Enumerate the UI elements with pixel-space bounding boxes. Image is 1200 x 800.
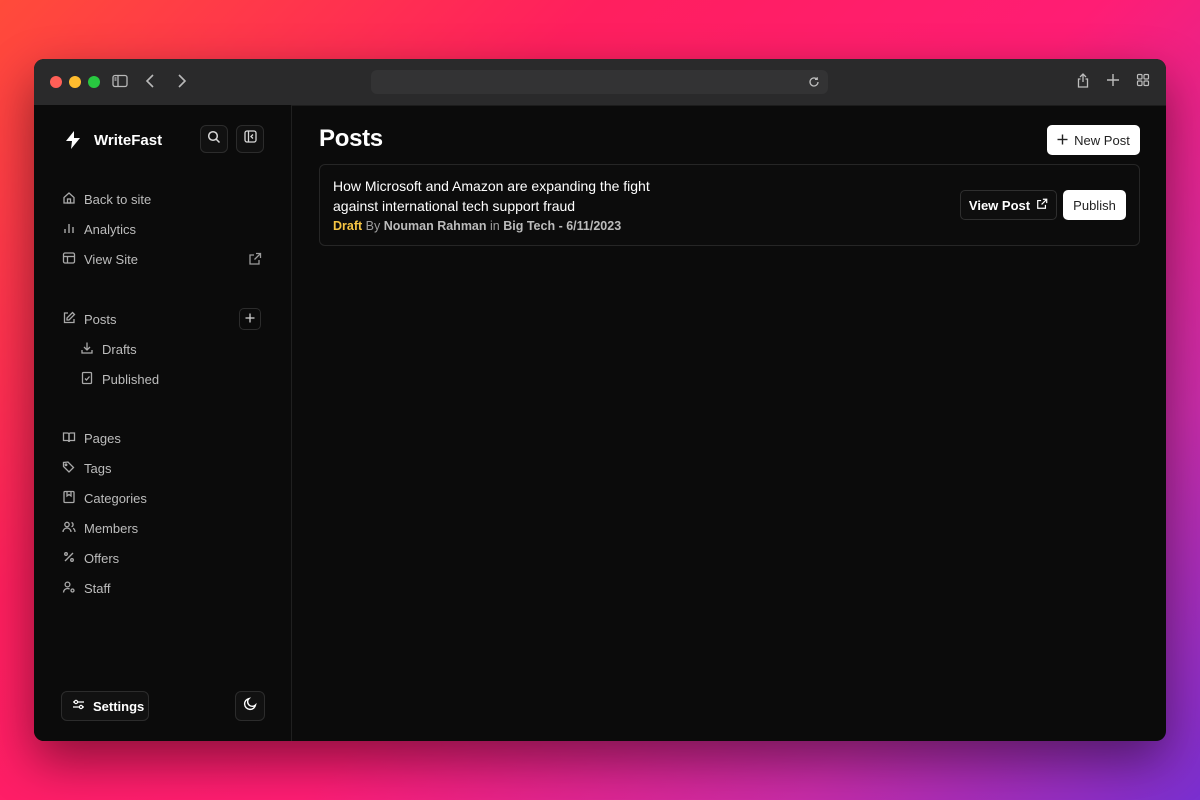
add-post-button[interactable]	[239, 308, 261, 330]
zoom-window-button[interactable]	[88, 76, 100, 88]
lightning-logo-icon	[62, 129, 84, 151]
brand-name: WriteFast	[94, 131, 163, 149]
collapse-sidebar-button[interactable]	[236, 125, 264, 153]
sidebar-item-label: Offers	[84, 550, 120, 566]
post-date: 6/11/2023	[566, 219, 622, 233]
sidebar-item-categories[interactable]: Categories	[62, 488, 147, 508]
brand[interactable]: WriteFast	[62, 129, 162, 151]
address-bar[interactable]	[371, 70, 828, 94]
download-icon	[80, 341, 94, 358]
percent-icon	[62, 550, 76, 567]
book-icon	[62, 430, 76, 447]
sidebar-item-label: View Site	[84, 251, 138, 267]
sidebar-item-label: Drafts	[102, 341, 137, 357]
theme-toggle-button[interactable]	[235, 691, 265, 721]
tab-overview-icon[interactable]	[1136, 72, 1150, 93]
sidebar-item-pages[interactable]: Pages	[62, 428, 121, 448]
tags-icon	[62, 460, 76, 477]
edit-icon	[62, 311, 76, 328]
settings-button[interactable]: Settings	[61, 691, 149, 721]
moon-icon	[243, 696, 258, 716]
settings-label: Settings	[93, 698, 145, 714]
forward-icon[interactable]	[174, 73, 188, 94]
browser-titlebar	[34, 59, 1166, 106]
sidebar-item-back-to-site[interactable]: Back to site	[62, 189, 151, 209]
publish-label: Publish	[1073, 197, 1116, 213]
sliders-icon	[72, 698, 85, 714]
sidebar-item-label: Categories	[84, 490, 147, 506]
meta-separator: -	[558, 219, 563, 233]
page-title: Posts	[319, 125, 383, 152]
sidebar-icon[interactable]	[112, 73, 128, 94]
view-post-label: View Post	[968, 197, 1031, 213]
layout-icon	[62, 251, 76, 268]
share-icon[interactable]	[1076, 72, 1090, 94]
sidebar-item-drafts[interactable]: Drafts	[80, 339, 137, 359]
post-meta: Draft By Nouman Rahman in Big Tech - 6/1…	[333, 219, 621, 233]
sidebar-item-analytics[interactable]: Analytics	[62, 219, 136, 239]
status-badge: Draft	[333, 219, 363, 233]
close-window-button[interactable]	[50, 76, 62, 88]
users-icon	[62, 520, 76, 537]
new-tab-icon[interactable]	[1106, 72, 1120, 93]
post-author: Nouman Rahman	[383, 219, 487, 233]
plus-icon	[245, 310, 255, 328]
sidebar-item-staff[interactable]: Staff	[62, 578, 111, 598]
new-post-label: New Post	[1074, 132, 1130, 148]
sidebar-item-label: Analytics	[84, 221, 137, 237]
back-icon[interactable]	[144, 73, 158, 94]
sidebar-item-label: Back to site	[84, 191, 152, 207]
minimize-window-button[interactable]	[69, 76, 81, 88]
traffic-lights	[50, 76, 100, 88]
sidebar-item-posts[interactable]: Posts	[62, 309, 117, 329]
sidebar-item-tags[interactable]: Tags	[62, 458, 111, 478]
bookmark-icon	[62, 490, 76, 507]
sidebar-item-offers[interactable]: Offers	[62, 548, 119, 568]
sidebar-item-label: Staff	[84, 580, 111, 596]
file-check-icon	[80, 371, 94, 388]
publish-button[interactable]: Publish	[1063, 190, 1126, 220]
main-content: Posts New Post How Microsoft and Amazon …	[292, 105, 1166, 741]
post-title[interactable]: How Microsoft and Amazon are expanding t…	[333, 176, 693, 216]
browser-window: WriteFast Back to site Analytics View Si…	[34, 59, 1166, 741]
external-link-icon[interactable]	[248, 252, 262, 271]
new-post-button[interactable]: New Post	[1047, 125, 1140, 155]
plus-icon	[1057, 133, 1068, 148]
post-category: Big Tech	[503, 219, 556, 233]
user-cog-icon	[62, 580, 76, 597]
bar-chart-icon	[62, 221, 76, 238]
sidebar: WriteFast Back to site Analytics View Si…	[34, 105, 292, 741]
search-icon	[207, 130, 221, 149]
by-label: By	[365, 219, 381, 233]
post-card[interactable]: How Microsoft and Amazon are expanding t…	[319, 164, 1140, 246]
home-icon	[62, 191, 76, 208]
sidebar-item-label: Pages	[84, 430, 121, 446]
sidebar-item-label: Members	[84, 520, 139, 536]
sidebar-item-published[interactable]: Published	[80, 369, 159, 389]
reload-icon[interactable]	[808, 75, 820, 93]
in-label: in	[490, 219, 500, 233]
view-post-button[interactable]: View Post	[960, 190, 1057, 220]
sidebar-item-label: Published	[102, 371, 160, 387]
sidebar-item-label: Posts	[84, 311, 117, 327]
sidebar-item-label: Tags	[84, 460, 112, 476]
sidebar-item-members[interactable]: Members	[62, 518, 138, 538]
sidebar-item-view-site[interactable]: View Site	[62, 249, 138, 269]
external-link-icon	[1036, 198, 1048, 213]
search-button[interactable]	[200, 125, 228, 153]
sidebar-collapse-icon	[243, 130, 257, 148]
